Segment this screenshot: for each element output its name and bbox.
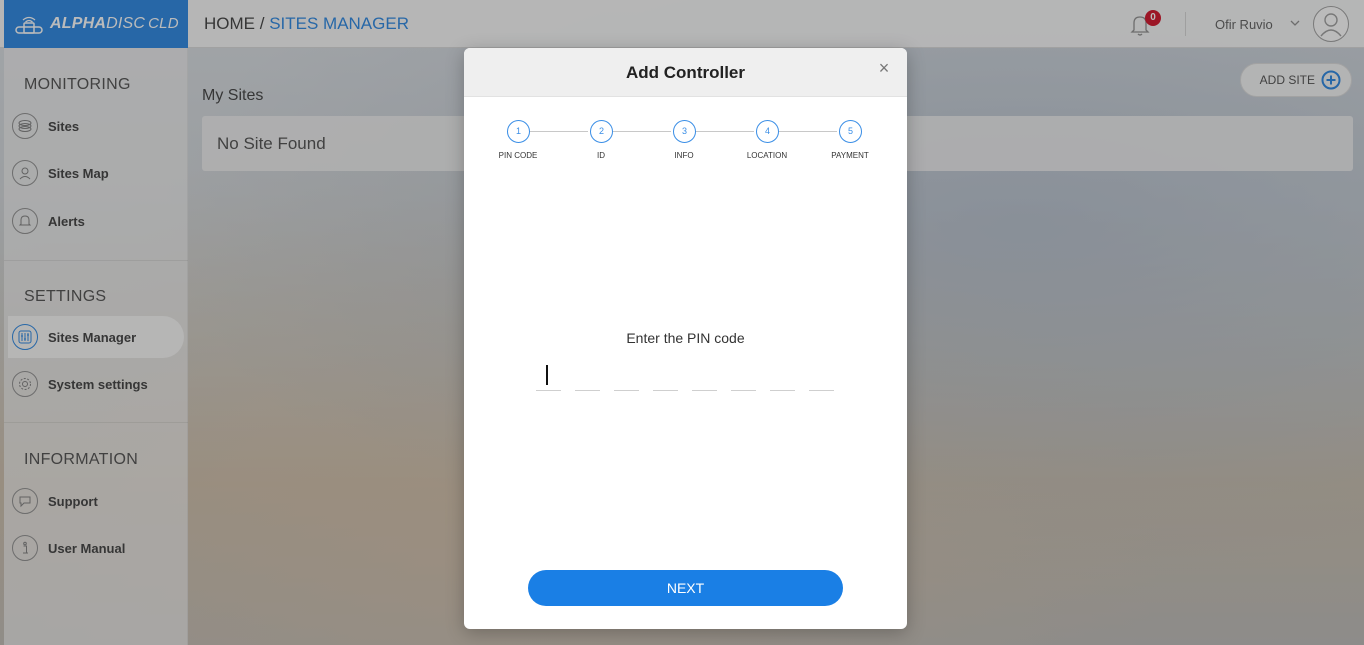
pin-digit-slot[interactable]: [731, 390, 756, 391]
step-4-circle: 4: [756, 120, 779, 143]
pin-digit-slot[interactable]: [692, 390, 717, 391]
pin-digit-slot[interactable]: [809, 390, 834, 391]
step-1-circle: 1: [507, 120, 530, 143]
pin-digit-slot[interactable]: [770, 390, 795, 391]
step-connector: [612, 131, 671, 132]
pin-prompt: Enter the PIN code: [626, 330, 745, 346]
step-3-circle: 3: [673, 120, 696, 143]
pin-digit-slot[interactable]: [614, 390, 639, 391]
step-1-label: PIN CODE: [498, 151, 538, 160]
step-connector: [695, 131, 754, 132]
next-button[interactable]: NEXT: [528, 570, 843, 606]
text-cursor: [546, 365, 548, 385]
modal-header: Add Controller ×: [464, 48, 907, 97]
step-connector: [529, 131, 588, 132]
close-icon[interactable]: ×: [874, 58, 894, 78]
pin-digit-slot[interactable]: [536, 390, 561, 391]
step-3-label: INFO: [674, 151, 694, 160]
pin-digit-slot[interactable]: [575, 390, 600, 391]
step-2-label: ID: [597, 151, 605, 160]
add-controller-modal: Add Controller × 1 2 3 4 5 PIN CODE ID I…: [464, 48, 907, 629]
modal-title: Add Controller: [626, 63, 745, 82]
pin-digit-slot[interactable]: [653, 390, 678, 391]
step-5-label: PAYMENT: [831, 151, 869, 160]
step-connector: [778, 131, 837, 132]
step-5-circle: 5: [839, 120, 862, 143]
step-2-circle: 2: [590, 120, 613, 143]
step-4-label: LOCATION: [746, 151, 788, 160]
